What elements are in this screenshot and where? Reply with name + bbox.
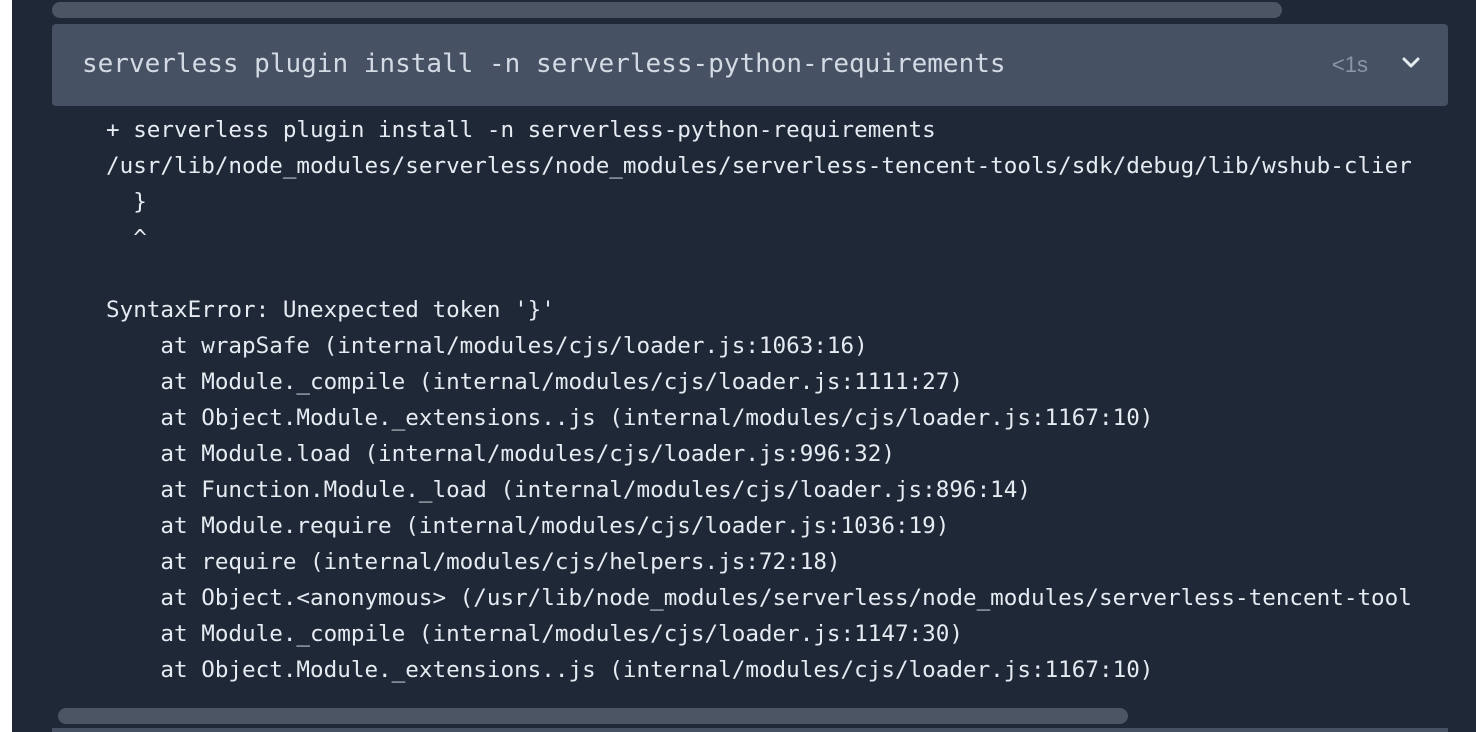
step-title: serverless plugin install -n serverless-… [82,49,1006,79]
log-line: at Module._compile (internal/modules/cjs… [106,621,963,647]
log-line: at Module.load (internal/modules/cjs/loa… [106,441,895,467]
log-line: at Function.Module._load (internal/modul… [106,477,1031,503]
horizontal-scrollbar-bottom[interactable] [58,708,1128,724]
horizontal-scrollbar-top[interactable] [52,2,1282,18]
log-line: at wrapSafe (internal/modules/cjs/loader… [106,333,868,359]
log-line: at Object.<anonymous> (/usr/lib/node_mod… [106,585,1412,611]
log-line: } [106,189,147,215]
log-line: at require (internal/modules/cjs/helpers… [106,549,841,575]
log-line: ^ [106,225,147,251]
log-line: at Module.require (internal/modules/cjs/… [106,513,950,539]
log-line: at Module._compile (internal/modules/cjs… [106,369,963,395]
chevron-down-icon[interactable] [1400,52,1422,74]
log-viewer: serverless plugin install -n serverless-… [12,0,1476,732]
step-header[interactable]: serverless plugin install -n serverless-… [52,24,1448,106]
log-line: SyntaxError: Unexpected token '}' [106,297,555,323]
log-output: + serverless plugin install -n serverles… [106,112,1476,688]
log-line: at Object.Module._extensions..js (intern… [106,657,1154,683]
log-line: + serverless plugin install -n serverles… [106,117,936,143]
log-line: /usr/lib/node_modules/serverless/node_mo… [106,153,1412,179]
next-step-edge [52,728,1448,732]
step-duration: <1s [1331,52,1368,77]
log-line: at Object.Module._extensions..js (intern… [106,405,1154,431]
